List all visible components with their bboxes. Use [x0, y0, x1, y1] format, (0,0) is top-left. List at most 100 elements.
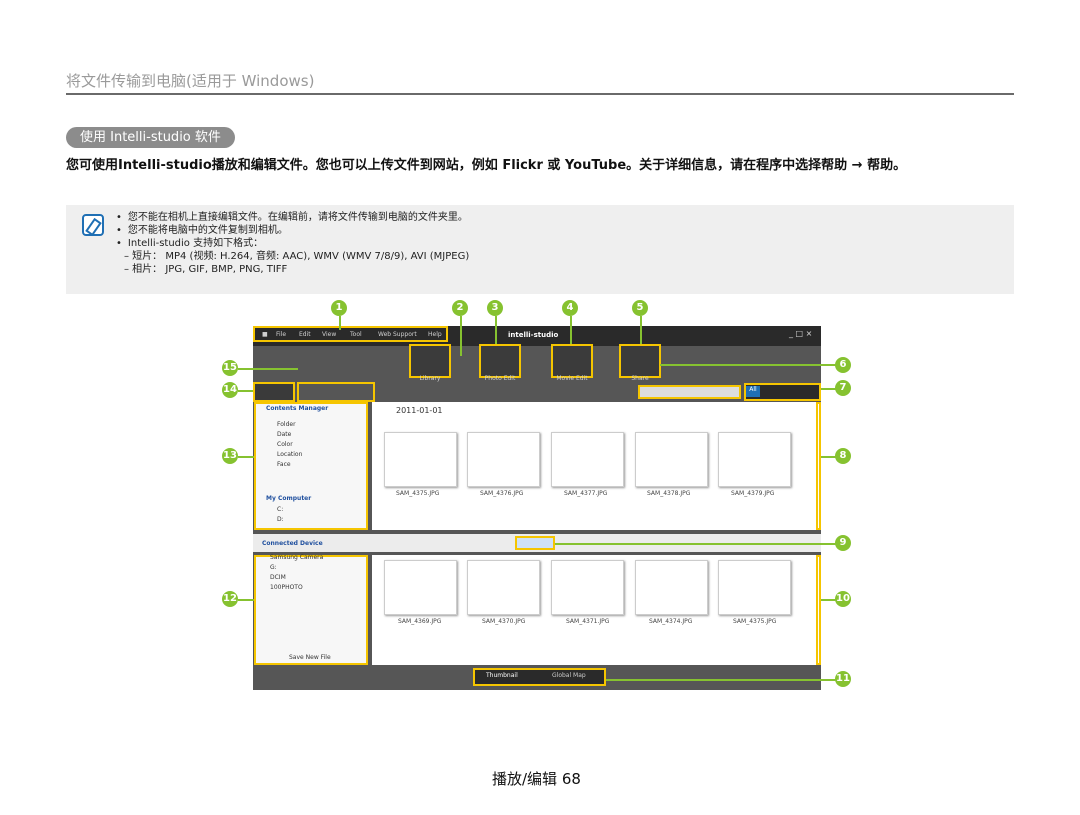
thumbnail-name: SAM_4369.JPG [398, 618, 442, 625]
thumbnail-name: SAM_4370.JPG [482, 618, 526, 625]
menu-edit[interactable]: Edit [299, 331, 311, 338]
share-button[interactable] [619, 344, 661, 378]
my-computer-header: My Computer [266, 495, 312, 502]
menu-view[interactable]: View [322, 331, 336, 338]
callout-6: 6 [835, 357, 851, 373]
leader-line [460, 316, 462, 356]
movie-edit-label: Movie Edit [556, 375, 588, 382]
callout-7: 7 [835, 380, 851, 396]
callout-14: 14 [222, 382, 238, 398]
callout-9: 9 [835, 535, 851, 551]
movie-edit-button[interactable] [551, 344, 593, 378]
intro-text: 您可使用Intelli-studio播放和编辑文件。您也可以上传文件到网站，例如… [66, 158, 907, 173]
thumbnail[interactable] [635, 432, 708, 487]
thumbnail[interactable] [551, 432, 624, 487]
filter-all-button[interactable]: All [746, 386, 760, 397]
format-line: – 短片： MP4 (视频: H.264, 音频: AAC), WMV (WMV… [124, 251, 470, 262]
top-scrollbar[interactable] [816, 402, 821, 530]
device-drive-g[interactable]: G: [270, 563, 323, 573]
format-line: – 相片： JPG, GIF, BMP, PNG, TIFF [124, 264, 288, 275]
note-line: 您不能在相机上直接编辑文件。在编辑前，请将文件传输到电脑的文件夹里。 [116, 211, 469, 224]
callout-2: 2 [452, 300, 468, 316]
callout-11: 11 [835, 671, 851, 687]
share-label: Share [631, 375, 649, 382]
drive-c[interactable]: C: [277, 505, 284, 515]
tab-thumbnail[interactable]: Thumbnail [486, 672, 518, 679]
leader-line [821, 388, 836, 390]
menu-tool[interactable]: Tool [350, 331, 362, 338]
thumbnail[interactable] [467, 432, 540, 487]
leader-line [238, 456, 254, 458]
thumbnail-name: SAM_4379.JPG [731, 490, 775, 497]
nav-arrows-button[interactable] [253, 382, 295, 402]
thumbnail-name: SAM_4376.JPG [480, 490, 524, 497]
thumbnail[interactable] [718, 432, 791, 487]
note-icon [82, 214, 104, 236]
app-logo: intelli-studio [508, 331, 559, 339]
tree-item-location[interactable]: Location [277, 450, 302, 460]
collapse-toggle[interactable] [515, 536, 555, 550]
tree-item-date[interactable]: Date [277, 430, 302, 440]
leader-line [640, 316, 642, 344]
callout-10: 10 [835, 591, 851, 607]
callout-13: 13 [222, 448, 238, 464]
window-controls[interactable]: _ □ × [789, 329, 812, 338]
menu-web-support[interactable]: Web Support [378, 331, 417, 338]
thumbnail[interactable] [384, 432, 457, 487]
page-footer: 播放/编辑 68 [492, 770, 581, 788]
contents-tree: Folder Date Color Location Face [277, 420, 302, 470]
thumbnail-name: SAM_4375.JPG [733, 618, 777, 625]
contents-manager-header: Contents Manager [266, 405, 329, 412]
menu-logo-icon: ■ [262, 331, 268, 338]
callout-4: 4 [562, 300, 578, 316]
thumbnail[interactable] [718, 560, 791, 615]
callout-15: 15 [222, 360, 238, 376]
menu-file[interactable]: File [276, 331, 286, 338]
device-dcim[interactable]: DCIM [270, 573, 323, 583]
thumbnail-name: SAM_4374.JPG [649, 618, 693, 625]
device-camera[interactable]: Samsung Camera [270, 553, 323, 563]
contents-manager-panel [254, 402, 368, 530]
tree-item-folder[interactable]: Folder [277, 420, 302, 430]
leader-line [238, 390, 253, 392]
library-button[interactable] [409, 344, 451, 378]
thumbnail[interactable] [551, 560, 624, 615]
device-tree: Samsung Camera G: DCIM 100PHOTO [270, 553, 323, 593]
callout-5: 5 [632, 300, 648, 316]
note-list: 您不能在相机上直接编辑文件。在编辑前，请将文件传输到电脑的文件夹里。 您不能将电… [116, 211, 469, 276]
device-100photo[interactable]: 100PHOTO [270, 583, 323, 593]
drive-tree: C: D: [277, 505, 284, 525]
callout-12: 12 [222, 591, 238, 607]
leader-line [495, 316, 497, 344]
drive-d[interactable]: D: [277, 515, 284, 525]
leader-line [821, 456, 836, 458]
photo-edit-label: Photo Edit [484, 375, 516, 382]
sub-toolbar[interactable] [297, 382, 375, 402]
leader-line [570, 316, 572, 344]
leader-line [555, 543, 836, 545]
photo-edit-button[interactable] [479, 344, 521, 378]
zoom-slider[interactable] [638, 385, 741, 399]
note-line: 您不能将电脑中的文件复制到相机。 [116, 224, 469, 237]
tab-global-map[interactable]: Global Map [552, 672, 586, 679]
thumbnail[interactable] [467, 560, 540, 615]
bottom-scrollbar[interactable] [816, 555, 821, 665]
thumbnail[interactable] [635, 560, 708, 615]
thumbnail-name: SAM_4377.JPG [564, 490, 608, 497]
section-title: 将文件传输到电脑(适用于 Windows) [66, 72, 315, 90]
date-header: 2011-01-01 [396, 406, 443, 415]
tree-item-color[interactable]: Color [277, 440, 302, 450]
leader-line [238, 599, 254, 601]
leader-line [339, 316, 341, 330]
callout-1: 1 [331, 300, 347, 316]
leader-line [238, 368, 298, 370]
leader-line [660, 364, 836, 366]
subheading-pill: 使用 Intelli-studio 软件 [66, 127, 235, 148]
tree-item-face[interactable]: Face [277, 460, 302, 470]
thumbnail[interactable] [384, 560, 457, 615]
menu-help[interactable]: Help [428, 331, 442, 338]
title-rule [66, 93, 1014, 95]
thumbnail-name: SAM_4378.JPG [647, 490, 691, 497]
save-new-file-button[interactable]: Save New File [289, 653, 331, 663]
callout-8: 8 [835, 448, 851, 464]
